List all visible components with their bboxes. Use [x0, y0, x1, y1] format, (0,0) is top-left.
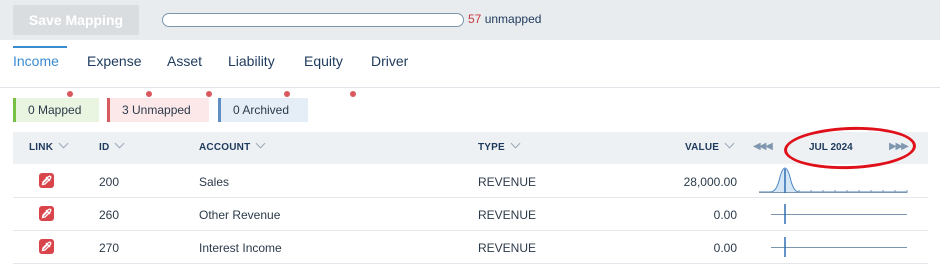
tab-liability[interactable]: Liability: [228, 53, 275, 69]
mapping-progress-bar: [162, 13, 464, 27]
mapped-filter-chip[interactable]: 0 Mapped: [13, 98, 99, 122]
edit-link-icon[interactable]: [39, 173, 54, 188]
row-value: 0.00: [713, 208, 737, 222]
chevron-down-icon: [58, 138, 69, 149]
tab-income[interactable]: Income: [13, 53, 59, 69]
account-type-tabs: Income Expense Asset Liability Equity Dr…: [0, 40, 940, 97]
table-row[interactable]: 200 Sales REVENUE 28,000.00: [13, 165, 928, 198]
row-type: REVENUE: [478, 175, 537, 189]
edit-link-icon[interactable]: [39, 239, 54, 254]
chevron-down-icon: [510, 138, 521, 149]
unmapped-count-indicator: 57 unmapped: [468, 12, 541, 26]
column-header-type[interactable]: TYPE: [478, 138, 521, 153]
value-sparkline: [759, 167, 908, 193]
rewind-icon[interactable]: ◀◀ ◀: [753, 141, 773, 152]
tab-driver[interactable]: Driver: [371, 53, 408, 69]
save-mapping-button[interactable]: Save Mapping: [13, 5, 139, 35]
chevron-down-icon: [724, 138, 735, 149]
chevron-down-icon: [114, 138, 125, 149]
archived-filter-chip[interactable]: 0 Archived: [218, 98, 308, 122]
column-header-id[interactable]: ID: [99, 138, 125, 153]
column-header-value[interactable]: VALUE: [685, 138, 735, 153]
chevron-down-icon: [255, 138, 266, 149]
tab-expense-alert-dot: [146, 91, 152, 97]
row-type: REVENUE: [478, 208, 537, 222]
tab-asset[interactable]: Asset: [167, 53, 202, 69]
table-row[interactable]: 260 Other Revenue REVENUE 0.00: [13, 198, 928, 231]
row-account: Interest Income: [199, 241, 282, 255]
value-sparkline: [771, 237, 907, 257]
unmapped-count-number: 57: [468, 12, 482, 26]
column-header-account[interactable]: ACCOUNT: [199, 138, 266, 153]
table-row[interactable]: 270 Interest Income REVENUE 0.00: [13, 231, 928, 264]
tab-liability-alert-dot: [284, 91, 290, 97]
value-sparkline: [771, 204, 907, 224]
row-id: 200: [99, 175, 120, 189]
tab-asset-alert-dot: [206, 91, 212, 97]
unmapped-count-label: unmapped: [484, 12, 542, 26]
tab-equity-alert-dot: [350, 91, 356, 97]
tab-equity[interactable]: Equity: [304, 53, 343, 69]
tab-income-alert-dot: [67, 91, 73, 97]
row-account: Sales: [199, 175, 230, 189]
row-id: 260: [99, 208, 120, 222]
row-id: 270: [99, 241, 120, 255]
active-tab-underline: [13, 46, 67, 48]
edit-link-icon[interactable]: [39, 206, 54, 221]
column-header-link[interactable]: LINK: [29, 138, 69, 153]
toolbar: Save Mapping 57 unmapped: [0, 0, 940, 40]
tab-expense[interactable]: Expense: [87, 53, 141, 69]
row-account: Other Revenue: [199, 208, 281, 222]
row-value: 28,000.00: [683, 175, 737, 189]
row-type: REVENUE: [478, 241, 537, 255]
row-value: 0.00: [713, 241, 737, 255]
unmapped-filter-chip[interactable]: 3 Unmapped: [107, 98, 209, 122]
